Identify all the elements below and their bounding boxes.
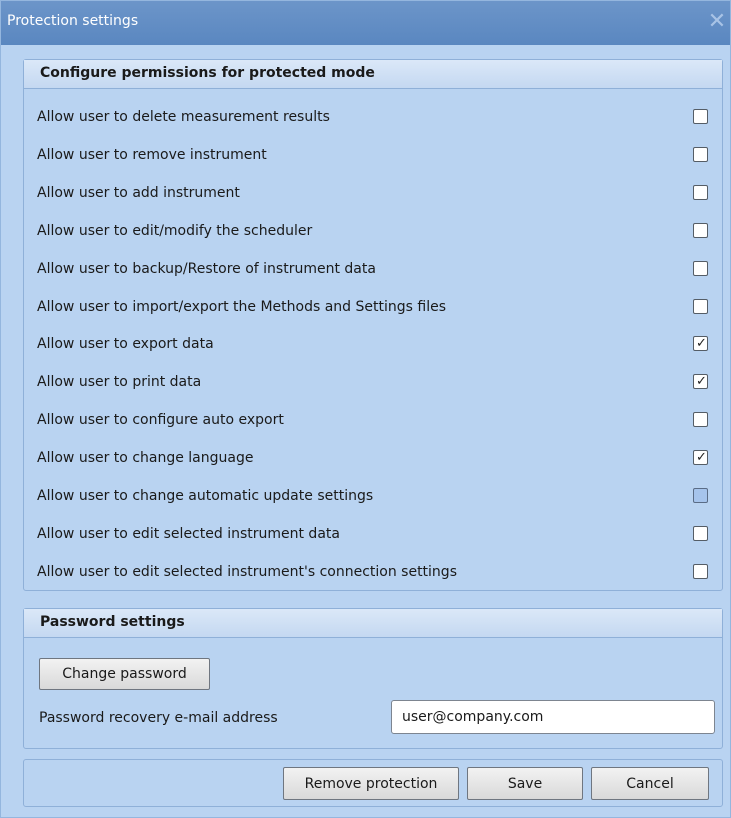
permission-checkbox[interactable]	[693, 563, 708, 579]
permission-label: Allow user to change automatic update se…	[37, 488, 374, 504]
permission-checkbox[interactable]	[693, 488, 708, 503]
permission-row[interactable]: Allow user to configure auto export	[24, 402, 722, 439]
permission-row[interactable]: Allow user to delete measurement results	[24, 99, 722, 136]
permission-row[interactable]: Allow user to edit selected instrument's…	[24, 554, 722, 591]
checkmark-icon: ✓	[696, 450, 707, 466]
permissions-group: Configure permissions for protected mode…	[23, 59, 723, 591]
permission-row[interactable]: Allow user to add instrument	[24, 175, 722, 212]
cancel-button[interactable]: Cancel	[591, 767, 709, 800]
permissions-group-title: Configure permissions for protected mode	[40, 65, 375, 81]
permission-label: Allow user to import/export the Methods …	[37, 298, 447, 315]
protection-settings-dialog: Protection settings ✕ Configure permissi…	[0, 0, 731, 818]
permission-label: Allow user to edit selected instrument d…	[37, 525, 340, 542]
permission-checkbox[interactable]	[693, 146, 708, 162]
permissions-group-header: Configure permissions for protected mode	[24, 60, 722, 89]
recovery-email-label: Password recovery e-mail address	[39, 710, 278, 726]
permission-checkbox[interactable]	[693, 222, 708, 238]
permission-row[interactable]: Allow user to print data ✓	[24, 364, 722, 401]
permission-checkbox[interactable]: ✓	[693, 450, 708, 466]
password-group-title: Password settings	[40, 614, 185, 630]
window-title: Protection settings	[7, 13, 139, 29]
change-password-button[interactable]: Change password	[39, 658, 210, 690]
permission-label: Allow user to edit selected instrument's…	[37, 563, 457, 580]
permission-checkbox[interactable]: ✓	[693, 336, 708, 352]
permission-row[interactable]: Allow user to edit/modify the scheduler	[24, 213, 722, 250]
checkmark-icon: ✓	[696, 374, 707, 390]
permission-label: Allow user to print data	[37, 374, 202, 391]
permission-checkbox[interactable]	[693, 260, 708, 276]
permission-label: Allow user to remove instrument	[37, 146, 267, 163]
save-button[interactable]: Save	[467, 767, 583, 800]
permission-checkbox[interactable]	[693, 298, 708, 314]
permission-row[interactable]: Allow user to remove instrument	[24, 137, 722, 174]
checkmark-icon: ✓	[696, 336, 707, 352]
permission-label: Allow user to backup/Restore of instrume…	[37, 260, 376, 277]
recovery-email-input[interactable]	[391, 700, 715, 734]
permission-row[interactable]: Allow user to change language ✓	[24, 440, 722, 477]
permission-row[interactable]: Allow user to edit selected instrument d…	[24, 516, 722, 553]
permission-label: Allow user to edit/modify the scheduler	[37, 222, 313, 239]
permission-checkbox[interactable]	[693, 109, 708, 124]
dialog-footer: Remove protection Save Cancel	[23, 759, 723, 807]
permission-checkbox[interactable]	[693, 412, 708, 428]
password-group-header: Password settings	[24, 609, 722, 638]
permission-row[interactable]: Allow user to backup/Restore of instrume…	[24, 251, 722, 288]
password-group: Password settings Change password Passwo…	[23, 608, 723, 749]
permission-label: Allow user to change language	[37, 450, 254, 467]
remove-protection-button[interactable]: Remove protection	[283, 767, 459, 800]
permission-row[interactable]: Allow user to change automatic update se…	[24, 478, 722, 515]
permission-row[interactable]: Allow user to export data ✓	[24, 326, 722, 363]
title-bar[interactable]: Protection settings ✕	[1, 1, 730, 45]
permission-checkbox[interactable]	[693, 525, 708, 541]
permission-checkbox[interactable]: ✓	[693, 374, 708, 390]
permission-label: Allow user to configure auto export	[37, 412, 284, 429]
close-icon[interactable]: ✕	[706, 10, 728, 34]
permission-label: Allow user to delete measurement results	[37, 109, 330, 125]
permission-checkbox[interactable]	[693, 184, 708, 200]
permission-label: Allow user to export data	[37, 336, 214, 353]
permission-row[interactable]: Allow user to import/export the Methods …	[24, 289, 722, 326]
permission-label: Allow user to add instrument	[37, 184, 240, 201]
